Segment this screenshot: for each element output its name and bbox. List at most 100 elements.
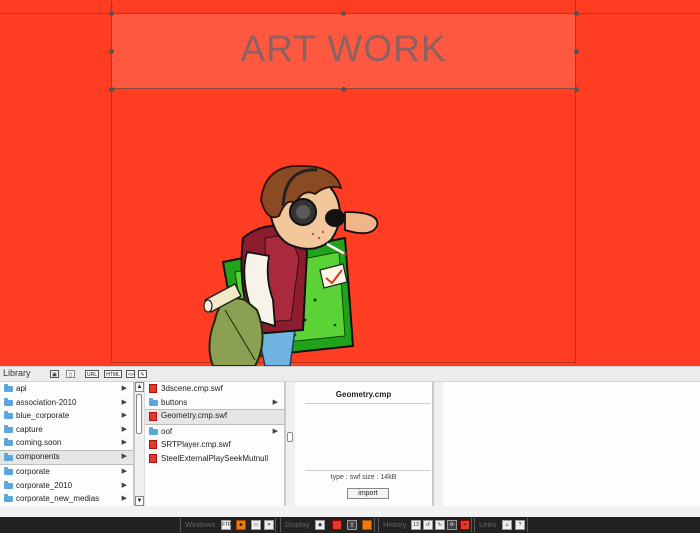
ftp-button[interactable]: FTP [221, 520, 231, 530]
chevron-right-icon: ▶ [121, 412, 127, 419]
folder-icon [4, 438, 13, 446]
page-title: ART WORK [240, 28, 447, 69]
swf-file-icon [149, 440, 157, 449]
swf-file-icon [149, 453, 157, 463]
folder-icon [4, 494, 13, 502]
folder-label: corporate_new_medias [16, 494, 100, 503]
file-scrollbar[interactable] [285, 382, 295, 506]
list-item[interactable]: components ▶ [0, 449, 133, 465]
file-label: SteelExternalPlaySeekMutnull [161, 453, 269, 463]
column-icon[interactable]: ▯ [66, 370, 75, 378]
resize-handle-ml[interactable] [109, 49, 114, 54]
folder-label: corporate_2010 [16, 480, 73, 490]
url-button[interactable]: URL [85, 370, 99, 378]
folder-icon [4, 411, 13, 419]
list-item[interactable]: blue_corporate ▶ [0, 409, 133, 423]
windows-label: Windows [185, 520, 216, 529]
file-label: 3dscene.cmp.swf [161, 384, 223, 393]
divider [305, 470, 430, 471]
list-item[interactable]: corporate ▶ [0, 465, 133, 479]
library-panel: Library ▣ ▯ URL HTML <> ✎ api ▶ associatio… [0, 366, 700, 518]
folder-icon [149, 426, 158, 435]
close-icon[interactable]: ✕ [264, 520, 274, 530]
user-profile-icon[interactable]: ☺ [502, 520, 512, 530]
chevron-right-icon: ▶ [121, 481, 127, 489]
resize-handle-bl[interactable] [109, 87, 114, 92]
list-item[interactable]: corporate_2010 ▶ [0, 479, 133, 493]
edit-icon[interactable]: ✎ [138, 370, 147, 378]
folder-icon [4, 480, 13, 489]
bottom-toolbar: Windows FTP ☻ ▭ ✕ Display ◉ ▯ History 13… [0, 517, 700, 533]
import-button[interactable]: import [347, 488, 389, 499]
chevron-right-icon: ▶ [121, 495, 127, 502]
chevron-right-icon: ▶ [121, 398, 127, 406]
list-item[interactable]: coming.soon ▶ [0, 436, 133, 450]
chevron-right-icon: ▶ [121, 425, 127, 433]
folder-icon [4, 467, 13, 475]
list-item[interactable]: capture ▶ [0, 423, 133, 437]
folder-label: association-2010 [16, 397, 77, 407]
red-display-icon[interactable] [332, 520, 342, 530]
list-item[interactable]: oof ▶ [145, 425, 284, 439]
resize-handle-br[interactable] [574, 87, 579, 92]
code-button[interactable]: <> [126, 370, 135, 378]
file-list: 3dscene.cmp.swf buttons ▶ Geometry.cmp.swf o… [145, 382, 285, 506]
list-item[interactable]: Geometry.cmp.swf [145, 409, 284, 425]
history-label: History [383, 520, 407, 529]
undo-icon[interactable]: ↺ [423, 520, 433, 530]
library-toolbar: Library ▣ ▯ URL HTML <> ✎ [0, 367, 700, 382]
list-item[interactable]: SRTPlayer.cmp.swf [145, 438, 284, 452]
folder-label: corporate [16, 467, 50, 476]
file-label: oof [161, 426, 173, 436]
list-item[interactable]: corporate_new_medias ▶ [0, 492, 133, 506]
list-item[interactable]: association-2010 ▶ [0, 396, 133, 410]
list-item[interactable]: api ▶ [0, 382, 133, 396]
cartoon-character-artwork[interactable] [195, 160, 385, 366]
chevron-right-icon: ▶ [121, 439, 127, 446]
file-label: Geometry.cmp.swf [161, 411, 228, 420]
scroll-down-icon[interactable]: ▼ [135, 496, 144, 506]
resize-handle-tc[interactable] [341, 11, 346, 16]
html-button[interactable]: HTML [104, 370, 122, 378]
resize-handle-tl[interactable] [109, 11, 114, 16]
list-item[interactable]: buttons ▶ [145, 396, 284, 410]
stage-canvas[interactable]: ART WORK [0, 0, 700, 366]
scroll-thumb[interactable] [136, 394, 142, 434]
folder-scrollbar[interactable]: ▲ ▼ [134, 382, 144, 506]
user-icon[interactable]: ☻ [236, 520, 246, 530]
folder-icon [149, 397, 158, 406]
camera-icon[interactable]: ◉ [315, 520, 325, 530]
chevron-right-icon: ▶ [272, 427, 278, 435]
refresh-icon[interactable]: ⟳ [447, 520, 457, 530]
resize-handle-bc[interactable] [341, 87, 346, 92]
folder-icon [4, 384, 13, 392]
redo-icon[interactable]: ↻ [435, 520, 445, 530]
library-title: Library [3, 368, 31, 378]
clear-history-icon[interactable]: ✕ [460, 520, 470, 530]
chevron-right-icon: ▶ [121, 468, 127, 475]
chevron-right-icon: ▶ [121, 452, 127, 460]
window-icon[interactable]: ▭ [251, 520, 261, 530]
folder-label: components [16, 451, 60, 461]
panel-icon[interactable]: ▯ [347, 520, 357, 530]
resize-handle-mr[interactable] [574, 49, 579, 54]
resize-handle-tr[interactable] [574, 11, 579, 16]
chevron-right-icon: ▶ [121, 385, 127, 392]
folder-icon [4, 424, 13, 433]
folder-add-icon[interactable]: ▣ [50, 370, 59, 378]
orange-display-icon[interactable] [362, 520, 372, 530]
title-textbox[interactable]: ART WORK [111, 13, 576, 89]
file-label: SRTPlayer.cmp.swf [161, 440, 231, 449]
folder-label: coming.soon [16, 438, 62, 447]
links-group: Links ☺ ? [474, 518, 528, 532]
list-item[interactable]: SteelExternalPlaySeekMutnull [145, 452, 284, 466]
links-label: Links [479, 520, 497, 529]
help-icon[interactable]: ? [515, 520, 525, 530]
list-item[interactable]: 3dscene.cmp.swf [145, 382, 284, 396]
preview-pane: Geometry.cmp type : swf size : 14kB impo… [295, 382, 433, 506]
preview-scrollbar[interactable] [433, 382, 443, 506]
scroll-up-icon[interactable]: ▲ [135, 382, 144, 392]
empty-pane [443, 382, 700, 506]
scroll-thumb[interactable] [287, 432, 293, 442]
display-group: Display ◉ ▯ [280, 518, 375, 532]
